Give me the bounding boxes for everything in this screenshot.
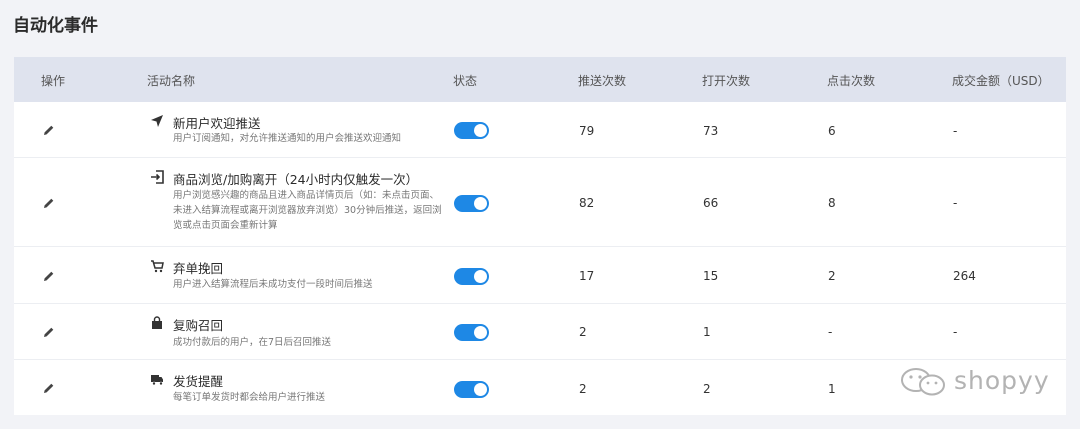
event-description: 用户浏览感兴趣的商品且进入商品详情页后（如：未点击页面、未进入结算流程或离开浏览… — [173, 190, 442, 231]
watermark-text: shopyy — [954, 366, 1050, 395]
event-name: 新用户欢迎推送 — [173, 116, 261, 131]
edit-icon[interactable] — [43, 270, 55, 282]
header-action: 操作 — [41, 74, 66, 88]
table-row: 复购召回 成功付款后的用户，在7日后召回推送 2 1 - - — [14, 304, 1066, 360]
shopping-bag-icon — [152, 316, 162, 329]
event-description: 用户进入结算流程后未成功支付一段时间后推送 — [173, 279, 373, 290]
page-title: 自动化事件 — [13, 16, 98, 36]
revenue-value: 264 — [953, 269, 976, 283]
send-icon — [151, 115, 163, 127]
status-toggle[interactable] — [454, 381, 489, 398]
header-name: 活动名称 — [147, 74, 196, 88]
automation-events-table: 操作 活动名称 状态 推送次数 打开次数 点击次数 成交金额（USD） 新用户欢… — [14, 57, 1066, 415]
truck-icon — [151, 375, 163, 386]
clicks-count: 2 — [828, 269, 836, 283]
status-toggle[interactable] — [454, 122, 489, 139]
table-row: 商品浏览/加购离开（24小时内仅触发一次） 用户浏览感兴趣的商品且进入商品详情页… — [14, 158, 1066, 247]
table-row: 新用户欢迎推送 用户订阅通知，对允许推送通知的用户会推送欢迎通知 79 73 6… — [14, 102, 1066, 158]
clicks-count: - — [828, 325, 833, 339]
table-row: 弃单挽回 用户进入结算流程后未成功支付一段时间后推送 17 15 2 264 — [14, 247, 1066, 304]
sends-count: 79 — [579, 124, 595, 138]
event-name: 弃单挽回 — [173, 261, 224, 276]
status-toggle[interactable] — [454, 268, 489, 285]
header-opens: 打开次数 — [702, 74, 751, 88]
sends-count: 17 — [579, 269, 595, 283]
watermark: shopyy — [898, 366, 1058, 398]
sends-count: 2 — [579, 325, 587, 339]
event-description: 用户订阅通知，对允许推送通知的用户会推送欢迎通知 — [173, 133, 402, 144]
sends-count: 2 — [579, 382, 587, 396]
header-sends: 推送次数 — [578, 74, 627, 88]
table-header: 操作 活动名称 状态 推送次数 打开次数 点击次数 成交金额（USD） — [14, 57, 1066, 102]
header-clicks: 点击次数 — [827, 74, 876, 88]
wechat-icon — [901, 368, 945, 396]
status-toggle[interactable] — [454, 195, 489, 212]
event-description: 每笔订单发货时都会给用户进行推送 — [173, 392, 326, 403]
clicks-count: 6 — [828, 124, 836, 138]
header-status: 状态 — [453, 74, 478, 88]
event-name: 复购召回 — [173, 318, 224, 333]
status-toggle[interactable] — [454, 324, 489, 341]
event-name: 商品浏览/加购离开（24小时内仅触发一次） — [173, 172, 419, 187]
event-name: 发货提醒 — [173, 374, 224, 389]
opens-count: 1 — [703, 325, 711, 339]
header-revenue: 成交金额（USD） — [952, 74, 1050, 88]
sends-count: 82 — [579, 196, 595, 210]
event-description: 成功付款后的用户，在7日后召回推送 — [173, 337, 332, 348]
opens-count: 66 — [703, 196, 719, 210]
opens-count: 15 — [703, 269, 719, 283]
edit-icon[interactable] — [43, 124, 55, 136]
clicks-count: 8 — [828, 196, 836, 210]
revenue-value: - — [953, 196, 958, 210]
revenue-value: - — [953, 124, 958, 138]
opens-count: 2 — [703, 382, 711, 396]
exit-icon — [151, 170, 164, 184]
revenue-value: - — [953, 325, 958, 339]
edit-icon[interactable] — [43, 382, 55, 394]
edit-icon[interactable] — [43, 326, 55, 338]
edit-icon[interactable] — [43, 197, 55, 209]
cart-icon — [151, 260, 164, 273]
opens-count: 73 — [703, 124, 719, 138]
clicks-count: 1 — [828, 382, 836, 396]
